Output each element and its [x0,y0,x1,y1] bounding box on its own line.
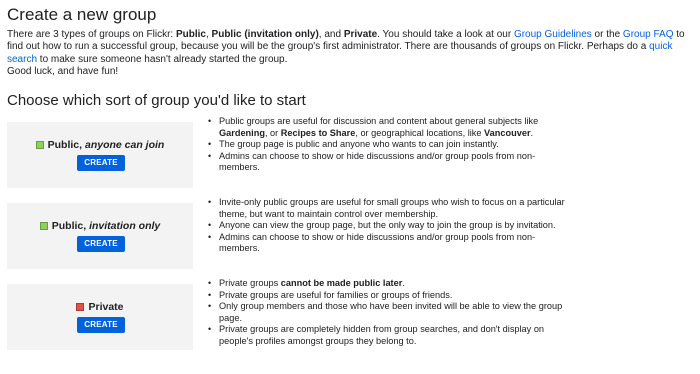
list-item: Private groups are completely hidden fro… [208,324,569,347]
green-square-icon [39,222,48,230]
group-title-public: Public, anyone can join [7,139,193,151]
group-description-invite: Invite-only public groups are useful for… [207,197,569,255]
list-item: Public groups are useful for discussion … [208,116,569,139]
list-item: Invite-only public groups are useful for… [208,197,569,220]
page-title: Create a new group [7,5,157,24]
intro-public-invite: Public (invitation only) [211,29,319,40]
intro-text: There are 3 types of groups on Flickr: P… [7,29,685,77]
list-item: Private groups are useful for families o… [208,290,569,302]
group-faq-link[interactable]: Group FAQ [623,29,674,40]
create-private-button[interactable]: CREATE [77,317,125,333]
list-item: Private groups cannot be made public lat… [208,278,569,290]
intro-public: Public [175,29,206,40]
list-item: Admins can choose to show or hide discus… [208,151,569,174]
section-title: Choose which sort of group you'd like to… [7,92,306,109]
group-title-invite: Public, invitation only [7,220,193,232]
create-invite-button[interactable]: CREATE [77,236,125,252]
create-public-button[interactable]: CREATE [77,155,125,171]
group-description-private: Private groups cannot be made public lat… [207,278,569,347]
good-luck-text: Good luck, and have fun! [7,65,119,77]
group-card-invite: Public, invitation only CREATE [7,203,193,269]
group-description-public: Public groups are useful for discussion … [207,116,569,174]
group-card-public: Public, anyone can join CREATE [7,122,193,188]
group-title-private: Private [7,301,193,313]
group-guidelines-link[interactable]: Group Guidelines [514,29,592,40]
list-item: The group page is public and anyone who … [208,139,569,151]
red-square-icon [76,303,85,311]
list-item: Admins can choose to show or hide discus… [208,232,569,255]
list-item: Anyone can view the group page, but the … [208,220,569,232]
group-card-private: Private CREATE [7,284,193,350]
intro-private: Private [343,29,378,40]
green-square-icon [35,141,44,149]
list-item: Only group members and those who have be… [208,301,569,324]
